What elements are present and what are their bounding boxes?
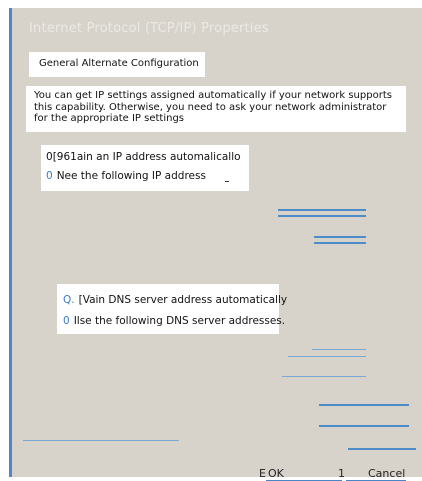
advanced-field-upper[interactable]: [319, 404, 409, 406]
tab-general-alternate[interactable]: General Alternate Configuration: [39, 58, 199, 69]
radio-button-obtain-dns[interactable]: Q.: [63, 294, 75, 306]
obtain-dns-auto-label: [Vain DNS server address automatically: [78, 294, 288, 306]
obtain-ip-auto-option[interactable]: 0[961ain an IP address automalicallo: [46, 151, 241, 163]
subnet-mask-field[interactable]: [278, 215, 366, 217]
preferred-dns-field[interactable]: [312, 349, 366, 350]
advanced-field-lower[interactable]: [319, 425, 409, 427]
separator-line: [23, 440, 179, 441]
default-gateway-field[interactable]: [314, 236, 366, 238]
advanced-button-line[interactable]: [348, 448, 416, 450]
alternate-dns-field[interactable]: [282, 376, 366, 377]
obtain-dns-auto-option[interactable]: Q. [Vain DNS server address automatically: [63, 294, 287, 306]
use-following-ip-label: Nee the following IP address: [56, 170, 206, 182]
ip-address-group: 0[961ain an IP address automalicallo 0 Ne…: [41, 145, 249, 191]
ip-address-field[interactable]: [278, 209, 366, 211]
ok-button[interactable]: OK: [268, 467, 284, 480]
cancel-prefix: 1: [338, 467, 345, 480]
dns-server-group: Q. [Vain DNS server address automatically…: [57, 284, 287, 334]
tcpip-properties-dialog: Internet Protocol (TCP/IP) Properties Ge…: [9, 8, 422, 481]
ok-prefix: E: [259, 467, 266, 480]
obtain-ip-auto-label: [961ain an IP address automalicallo: [52, 151, 241, 163]
radio-button-use-ip[interactable]: 0: [46, 170, 53, 182]
radio-button-use-dns[interactable]: 0: [63, 315, 70, 327]
text-cursor: [225, 181, 229, 182]
preferred-dns-field-lower[interactable]: [288, 356, 366, 357]
dialog-buttons: E OK 1 Cancel: [12, 467, 422, 481]
use-following-ip-option[interactable]: 0 Nee the following IP address: [46, 170, 206, 182]
tab-bar[interactable]: General Alternate Configuration: [29, 52, 205, 77]
use-following-dns-option[interactable]: 0 Ilse the following DNS server addresses…: [63, 315, 285, 327]
radio-button-obtain-ip[interactable]: 0: [46, 151, 53, 163]
use-following-dns-label: Ilse the following DNS server addresses.: [73, 315, 286, 327]
description-text: You can get IP settings assigned automat…: [26, 86, 406, 132]
window-title: Internet Protocol (TCP/IP) Properties: [29, 21, 269, 36]
cancel-button[interactable]: Cancel: [368, 467, 405, 480]
default-gateway-field-lower[interactable]: [314, 242, 366, 244]
